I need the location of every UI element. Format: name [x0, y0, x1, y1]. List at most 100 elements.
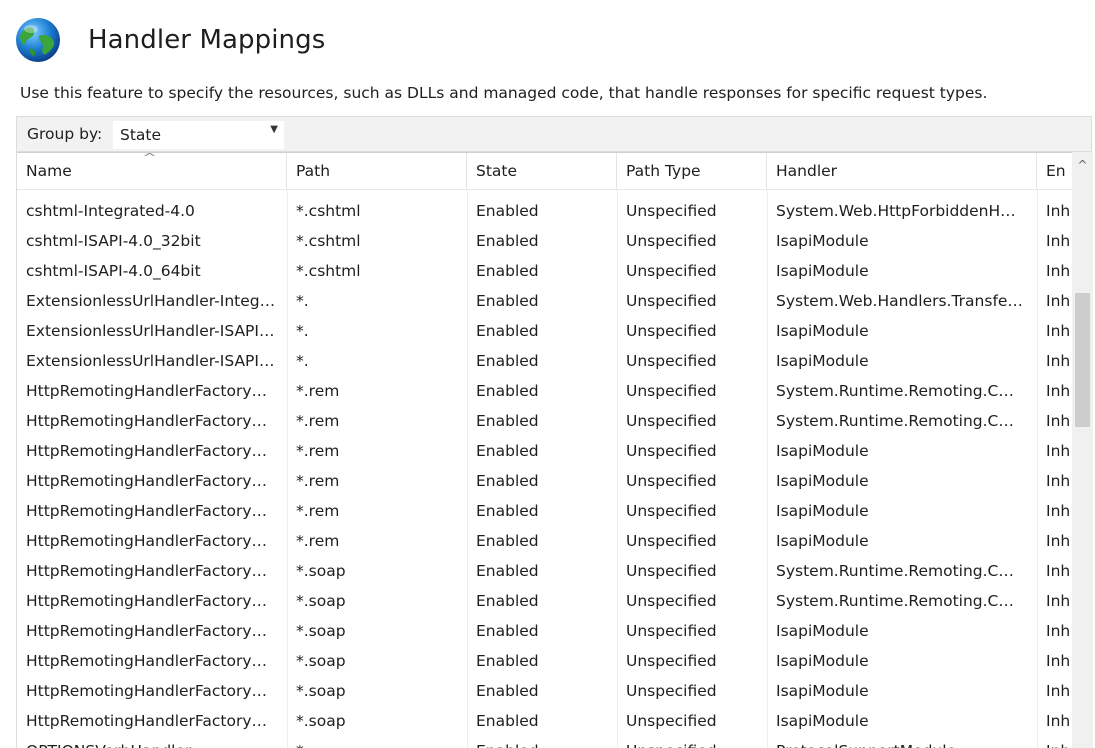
cell-path-type: Unspecified	[626, 292, 717, 310]
cell-entry-type: Inh	[1046, 622, 1071, 640]
cell-state: Enabled	[476, 562, 539, 580]
cell-state: Enabled	[476, 592, 539, 610]
cell-entry-type: Inh	[1046, 652, 1071, 670]
cell-name: HttpRemotingHandlerFactory…	[26, 412, 268, 430]
cell-name: OPTIONSVerbHandler	[17, 736, 287, 748]
cell-path-type: Unspecified	[626, 622, 717, 640]
cell-state: Enabled	[476, 262, 539, 280]
handler-mappings-list[interactable]: Name ^ Path State Path Type Handler En c…	[16, 152, 1093, 748]
cell-entry-type: Inh	[1046, 352, 1071, 370]
scrollbar-thumb[interactable]	[1075, 293, 1090, 427]
cell-state: Enabled	[476, 532, 539, 550]
table-row[interactable]: HttpRemotingHandlerFactory… *.rem Enabled U…	[17, 496, 1072, 526]
column-header-state[interactable]: State	[467, 153, 617, 190]
cell-path-type: Unspecified	[626, 352, 717, 370]
cell-name: cshtml-Integrated-4.0	[26, 202, 195, 220]
cell-handler: IsapiModule	[776, 472, 869, 490]
cell-state: Enabled	[476, 682, 539, 700]
cell-name: HttpRemotingHandlerFactory…	[26, 712, 268, 730]
table-row[interactable]: HttpRemotingHandlerFactory… *.soap Enabled…	[17, 616, 1072, 646]
cell-state: Enabled	[476, 652, 539, 670]
cell-name: HttpRemotingHandlerFactory…	[26, 592, 268, 610]
cell-path-type: Unspecified	[626, 502, 717, 520]
cell-path-type: Unspecified	[626, 382, 717, 400]
cell-state: Enabled	[476, 202, 539, 220]
table-row[interactable]: HttpRemotingHandlerFactory… *.soap Enabled…	[17, 556, 1072, 586]
cell-entry-type: Inh	[1037, 736, 1072, 748]
cell-handler: System.Runtime.Remoting.C…	[776, 592, 1014, 610]
table-row[interactable]: cshtml-ISAPI-4.0_64bit *.cshtml Enabled Uns…	[17, 256, 1072, 286]
cell-handler: IsapiModule	[776, 622, 869, 640]
cell-path-type: Unspecified	[617, 736, 767, 748]
cell-path: *.soap	[296, 712, 346, 730]
cell-state: Enabled	[476, 352, 539, 370]
cell-name: HttpRemotingHandlerFactory…	[26, 652, 268, 670]
column-header-name[interactable]: Name ^	[17, 153, 287, 190]
cell-path-type: Unspecified	[626, 532, 717, 550]
vertical-scrollbar[interactable]: ^	[1072, 152, 1093, 748]
chevron-down-icon: ▼	[270, 124, 278, 135]
page-header: Handler Mappings	[14, 8, 325, 72]
cell-state: Enabled	[476, 382, 539, 400]
group-by-value: State	[120, 126, 162, 144]
column-header-label: Path	[296, 162, 331, 180]
table-row[interactable]: HttpRemotingHandlerFactory… *.soap Enabled…	[17, 706, 1072, 736]
cell-path: *.rem	[296, 412, 340, 430]
cell-path: *.rem	[296, 502, 340, 520]
cell-path-type: Unspecified	[626, 442, 717, 460]
cell-state: Enabled	[476, 412, 539, 430]
table-row[interactable]: HttpRemotingHandlerFactory… *.rem Enabled U…	[17, 436, 1072, 466]
cell-path: *.rem	[296, 382, 340, 400]
cell-path: *.cshtml	[296, 232, 361, 250]
column-header-row: Name ^ Path State Path Type Handler En	[17, 152, 1072, 190]
page-description: Use this feature to specify the resource…	[20, 84, 988, 102]
cell-name: cshtml-ISAPI-4.0_64bit	[26, 262, 201, 280]
cell-entry-type: Inh	[1046, 232, 1071, 250]
column-header-path[interactable]: Path	[287, 153, 467, 190]
cell-entry-type: Inh	[1046, 322, 1071, 340]
table-row[interactable]: HttpRemotingHandlerFactory… *.rem Enabled U…	[17, 526, 1072, 556]
table-row[interactable]: cshtml-ISAPI-4.0_32bit *.cshtml Enabled Uns…	[17, 226, 1072, 256]
cell-path: *.soap	[296, 622, 346, 640]
group-by-dropdown[interactable]: State ▼	[113, 121, 284, 149]
cell-path-type: Unspecified	[626, 712, 717, 730]
table-row[interactable]: HttpRemotingHandlerFactory… *.rem Enabled U…	[17, 406, 1072, 436]
cell-entry-type: Inh	[1046, 682, 1071, 700]
column-header-entry-type[interactable]: En	[1037, 153, 1072, 190]
page-title: Handler Mappings	[88, 25, 326, 55]
table-row[interactable]: HttpRemotingHandlerFactory… *.soap Enabled…	[17, 676, 1072, 706]
cell-handler: IsapiModule	[776, 442, 869, 460]
table-row[interactable]: HttpRemotingHandlerFactory… *.rem Enabled U…	[17, 466, 1072, 496]
cell-name: ExtensionlessUrlHandler-ISAPI…	[26, 352, 275, 370]
cell-path-type: Unspecified	[626, 232, 717, 250]
cell-entry-type: Inh	[1046, 202, 1071, 220]
table-row[interactable]: ExtensionlessUrlHandler-Integ… *. Enabled U…	[17, 286, 1072, 316]
cell-entry-type: Inh	[1046, 592, 1071, 610]
cell-entry-type: Inh	[1046, 292, 1071, 310]
table-row[interactable]: ExtensionlessUrlHandler-ISAPI… *. Enabled U…	[17, 346, 1072, 376]
column-header-label: State	[476, 162, 518, 180]
column-header-label: Name	[26, 162, 72, 180]
table-row[interactable]: OPTIONSVerbHandler*EnabledUnspecifiedPro…	[17, 736, 1072, 748]
cell-handler: ProtocolSupportModule	[767, 736, 1037, 748]
table-row[interactable]: ExtensionlessUrlHandler-ISAPI… *. Enabled U…	[17, 316, 1072, 346]
cell-path-type: Unspecified	[626, 652, 717, 670]
table-row[interactable]: HttpRemotingHandlerFactory… *.soap Enabled…	[17, 646, 1072, 676]
cell-state: Enabled	[476, 232, 539, 250]
cell-state: Enabled	[467, 736, 617, 748]
cell-entry-type: Inh	[1046, 502, 1071, 520]
column-header-label: Path Type	[626, 162, 701, 180]
cell-path: *.soap	[296, 562, 346, 580]
cell-state: Enabled	[476, 712, 539, 730]
column-header-path-type[interactable]: Path Type	[617, 153, 767, 190]
table-row[interactable]: HttpRemotingHandlerFactory… *.soap Enabled…	[17, 586, 1072, 616]
cell-handler: System.Runtime.Remoting.C…	[776, 382, 1014, 400]
column-header-label: Handler	[776, 162, 838, 180]
scroll-up-arrow-icon[interactable]: ^	[1072, 158, 1093, 178]
table-row[interactable]: cshtml-Integrated-4.0 *.cshtml Enabled Unsp…	[17, 196, 1072, 226]
cell-name: cshtml-ISAPI-4.0_32bit	[26, 232, 201, 250]
cell-state: Enabled	[476, 502, 539, 520]
table-row[interactable]: HttpRemotingHandlerFactory… *.rem Enabled U…	[17, 376, 1072, 406]
cell-path-type: Unspecified	[626, 562, 717, 580]
column-header-handler[interactable]: Handler	[767, 153, 1037, 190]
